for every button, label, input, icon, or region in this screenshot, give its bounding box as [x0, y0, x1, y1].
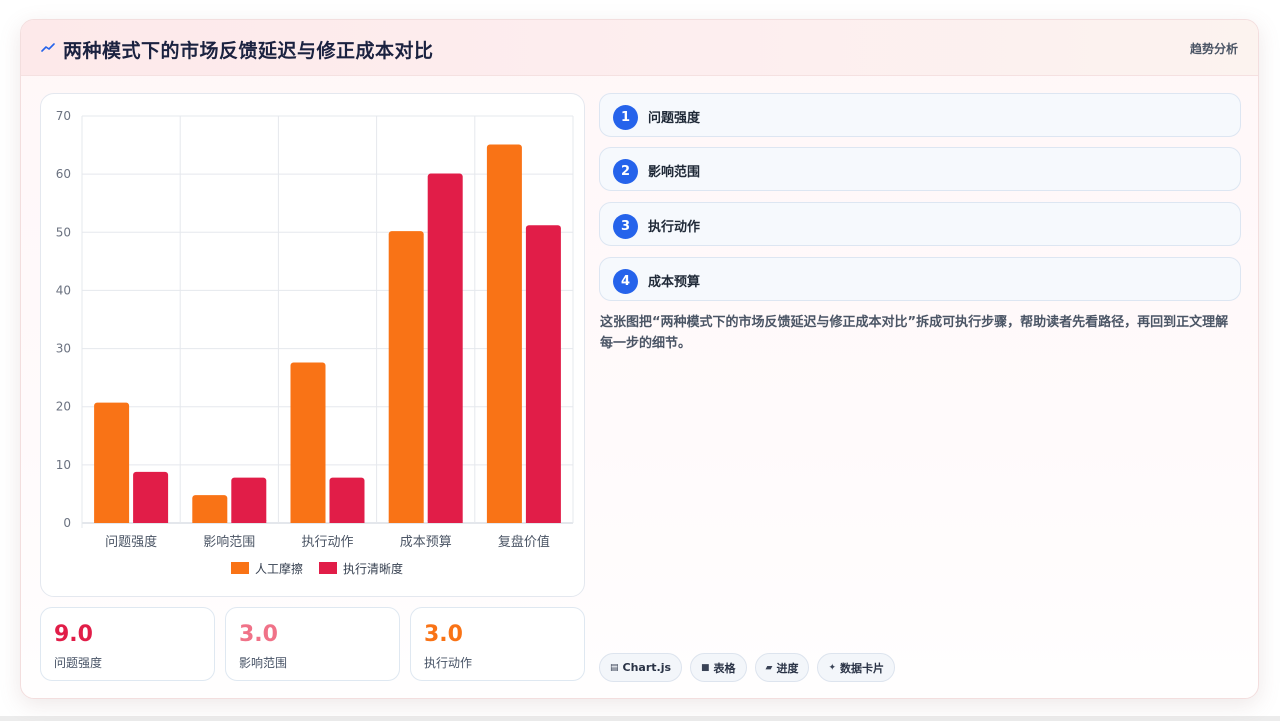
- sparkle-icon: ✦: [828, 662, 837, 673]
- bar-series-1: [290, 362, 326, 523]
- y-tick-label: 60: [56, 167, 71, 181]
- kpi-label: 问题强度: [54, 656, 103, 670]
- bar-base: [94, 520, 130, 523]
- x-tick-label: 复盘价值: [498, 534, 550, 550]
- bar-base: [525, 520, 561, 523]
- chip-table[interactable]: ■ 表格: [690, 653, 747, 682]
- kpi-card-1: 9.0 问题强度: [40, 607, 215, 681]
- bar-series-2: [329, 477, 365, 523]
- bottom-strip: [0, 716, 1280, 721]
- bar-series-1: [192, 495, 228, 523]
- chip-data-card[interactable]: ✦ 数据卡片: [817, 653, 896, 682]
- y-tick-label: 10: [56, 458, 71, 472]
- legend-swatch: [319, 562, 337, 574]
- bar-base: [329, 520, 365, 523]
- bar-base: [231, 520, 267, 523]
- y-tick-label: 30: [56, 342, 71, 356]
- bar-chart: 0 10 20 30 40 50 60 70 问题强度 影响范围 执行动作 成本预算 复盘价值人工摩擦 执…: [56, 109, 574, 576]
- y-tick-label: 0: [63, 516, 71, 530]
- bar-series-2: [231, 477, 267, 523]
- bar-series-2: [525, 225, 561, 523]
- bar-series-1: [94, 402, 130, 523]
- trend-analysis-tag[interactable]: 趋势分析: [1190, 40, 1238, 57]
- card-header: 两种模式下的市场反馈延迟与修正成本对比 趋势分析: [21, 20, 1258, 76]
- tech-chips: ▤ Chart.js ■ 表格 ▰ 进度 ✦ 数据卡片: [599, 653, 896, 682]
- bar-base: [427, 520, 463, 523]
- kpi-value: 3.0: [424, 622, 463, 647]
- bar-base: [388, 520, 424, 523]
- step-item-2[interactable]: 2 影响范围: [599, 147, 1241, 191]
- x-tick-label: 成本预算: [400, 535, 452, 550]
- chart-icon: ▤: [610, 662, 619, 673]
- x-tick-label: 执行动作: [301, 535, 353, 550]
- progress-icon: ▰: [765, 662, 773, 673]
- legend-label: 人工摩擦: [255, 561, 303, 576]
- table-icon: ■: [701, 662, 710, 673]
- kpi-card-2: 3.0 影响范围: [225, 607, 400, 681]
- kpi-label: 影响范围: [239, 656, 288, 670]
- step-number-badge: 3: [613, 214, 638, 239]
- kpi-value: 9.0: [54, 622, 93, 647]
- step-number-badge: 2: [613, 159, 638, 184]
- chip-progress[interactable]: ▰ 进度: [754, 653, 810, 682]
- y-tick-label: 40: [56, 283, 71, 297]
- kpi-label: 执行动作: [424, 656, 473, 670]
- legend-swatch: [231, 562, 249, 574]
- step-item-1[interactable]: 1 问题强度: [599, 93, 1241, 137]
- x-tick-label: 问题强度: [105, 534, 157, 550]
- y-tick-label: 70: [56, 109, 71, 123]
- x-tick-label: 影响范围: [203, 534, 255, 550]
- bar-base: [290, 520, 326, 523]
- bar-base: [133, 520, 169, 523]
- chip-label: 表格: [713, 661, 736, 675]
- chip-label: 进度: [776, 661, 799, 675]
- step-label: 问题强度: [648, 111, 701, 126]
- step-number-badge: 1: [613, 105, 638, 130]
- y-tick-label: 20: [56, 400, 71, 414]
- bar-series-2: [133, 471, 169, 523]
- chip-chartjs[interactable]: ▤ Chart.js: [599, 653, 683, 682]
- bar-series-2: [427, 173, 463, 523]
- step-item-3[interactable]: 3 执行动作: [599, 202, 1241, 246]
- bar-base: [486, 520, 522, 523]
- kpi-card-3: 3.0 执行动作: [410, 607, 585, 681]
- kpi-value: 3.0: [239, 622, 278, 647]
- legend-label: 执行清晰度: [343, 561, 403, 576]
- page-title: 两种模式下的市场反馈延迟与修正成本对比: [63, 40, 434, 62]
- step-item-4[interactable]: 4 成本预算: [599, 257, 1241, 301]
- trend-line-icon: [41, 43, 55, 52]
- bar-series-1: [388, 231, 424, 523]
- step-label: 执行动作: [648, 220, 701, 235]
- y-tick-label: 50: [56, 225, 71, 239]
- step-number-badge: 4: [613, 269, 638, 294]
- chip-label: 数据卡片: [840, 661, 885, 675]
- chart-description: 这张图把“两种模式下的市场反馈延迟与修正成本对比”拆成可执行步骤，帮助读者先看路…: [600, 315, 1229, 351]
- chart-panel: 0 10 20 30 40 50 60 70 问题强度 影响范围 执行动作 成本预算 复盘价值人工摩擦 执…: [40, 93, 585, 597]
- step-label: 影响范围: [648, 165, 701, 180]
- dashboard-card: 两种模式下的市场反馈延迟与修正成本对比 趋势分析 0 10 20 30 40 50 60 70…: [20, 19, 1259, 699]
- chip-label: Chart.js: [622, 661, 672, 674]
- bar-base: [192, 520, 228, 523]
- step-label: 成本预算: [648, 275, 701, 290]
- bar-series-1: [486, 144, 522, 524]
